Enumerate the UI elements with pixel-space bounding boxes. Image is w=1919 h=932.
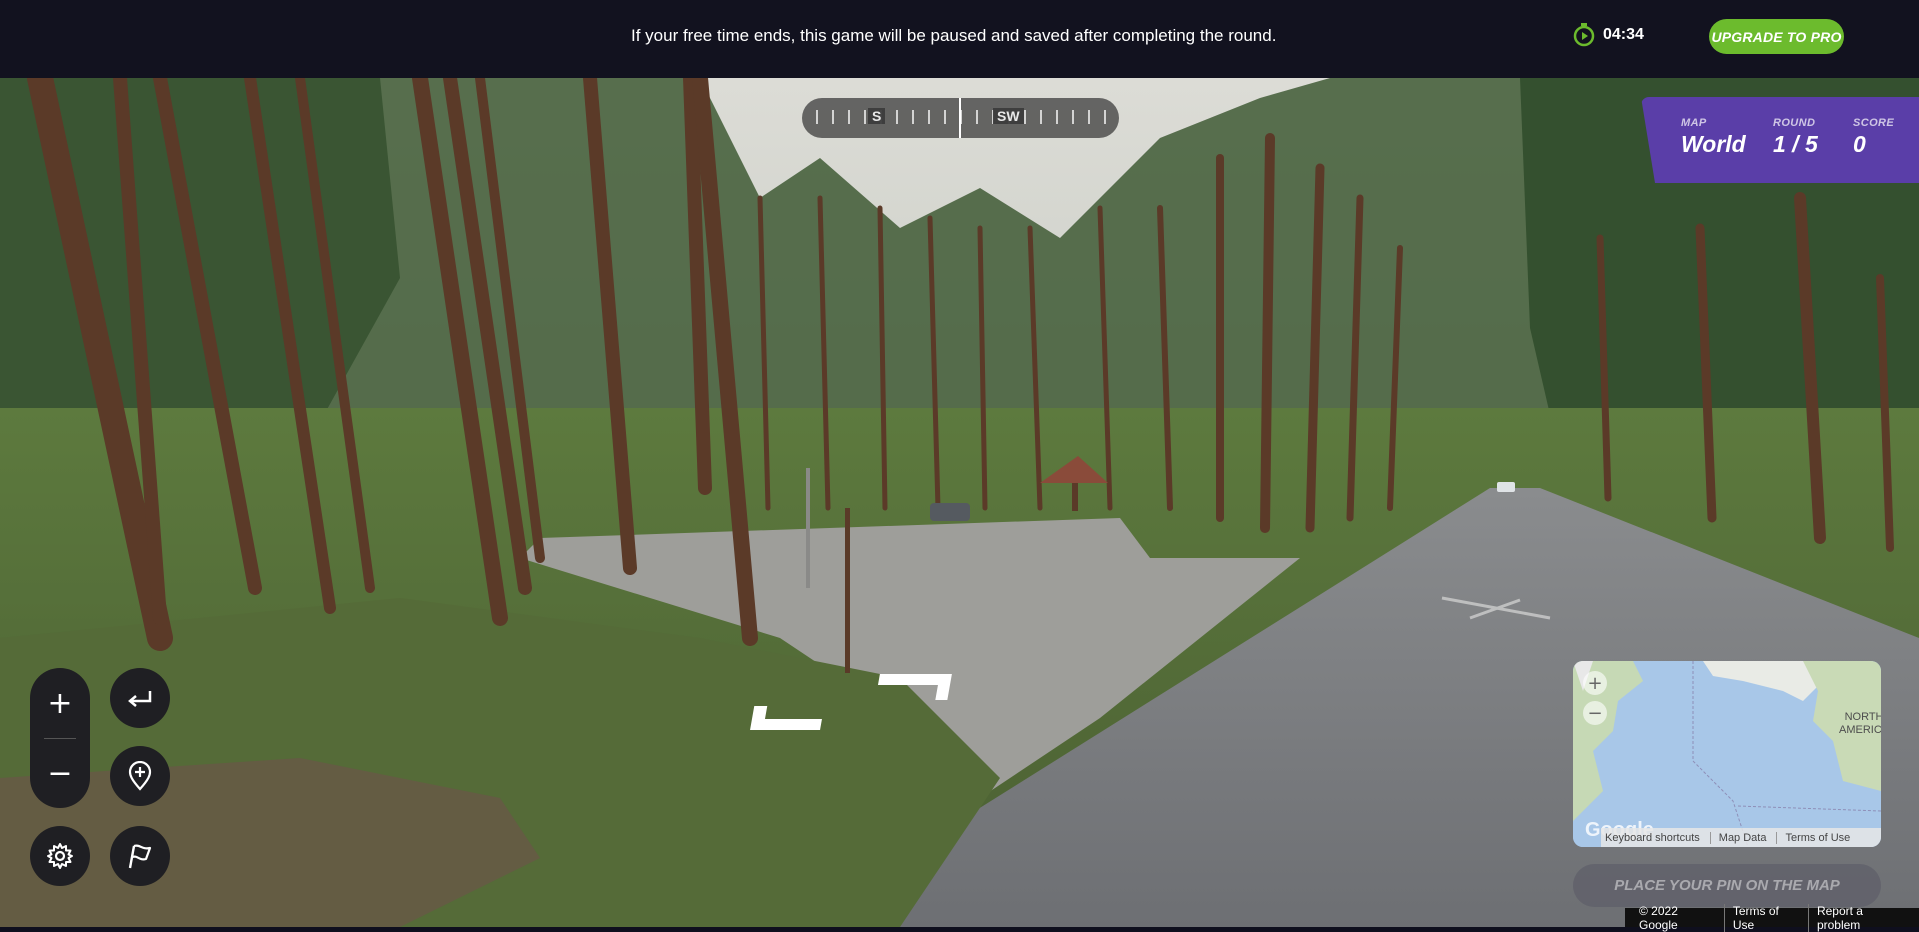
zoom-out-button[interactable]: − [30,738,90,808]
status-map-label: MAP [1681,117,1707,129]
status-score-label: SCORE [1853,117,1895,129]
status-map-value: World [1681,131,1746,157]
flag-icon [128,844,152,869]
compass-center-marker [959,98,961,138]
minimap-zoom-out-button[interactable]: − [1583,701,1607,725]
compass-direction-s: S [868,108,886,124]
make-guess-flag-button[interactable] [110,826,170,886]
status-round-label: ROUND [1773,117,1816,129]
zoom-control: + − [30,668,90,808]
banner-message: If your free time ends, this game will b… [631,26,1277,45]
minimap-attribution: Keyboard shortcuts Map Data Terms of Use [1601,828,1881,847]
compass-ticks [816,110,1106,126]
free-time-banner: If your free time ends, this game will b… [0,0,1919,78]
compass-direction-sw: SW [993,108,1024,124]
game-status-panel: MAP World ROUND 1 / 5 SCORE 0 [1641,97,1919,183]
terms-of-use-link[interactable]: Terms of Use [1723,903,1808,932]
undo-arrow-icon [128,691,152,707]
report-problem-link[interactable]: Report a problem [1807,903,1913,932]
map-data-link[interactable]: Map Data [1709,831,1766,844]
status-score-value: 0 [1853,131,1866,157]
region-label-line1: NORTH [1844,711,1881,723]
keyboard-shortcuts-link[interactable]: Keyboard shortcuts [1605,832,1700,844]
settings-button[interactable] [30,826,90,886]
minimap-terms-link[interactable]: Terms of Use [1776,831,1850,844]
return-to-start-pin-icon [128,761,152,791]
timer: 04:34 [1573,23,1644,47]
region-label-line2: AMERICA [1839,724,1881,736]
undo-move-button[interactable] [110,668,170,728]
compass: S SW [802,98,1119,138]
guess-minimap[interactable]: + − NORTH AMERICA Google Keyboard shortc… [1573,661,1881,847]
status-round-value: 1 / 5 [1773,131,1818,157]
status-score: SCORE 0 [1853,117,1894,158]
return-to-start-button[interactable] [110,746,170,806]
settings-gear-icon [47,843,73,869]
google-footer: © 2022 Google Terms of Use Report a prob… [1625,903,1919,932]
status-map: MAP World [1681,117,1746,158]
status-round: ROUND 1 / 5 [1773,117,1818,158]
upgrade-to-pro-button[interactable]: UPGRADE TO PRO [1709,19,1844,54]
timer-value: 04:34 [1603,26,1644,43]
minimap-zoom-in-button[interactable]: + [1583,671,1607,695]
timer-icon [1573,23,1595,47]
place-pin-button[interactable]: PLACE YOUR PIN ON THE MAP [1573,864,1881,907]
copyright-text: © 2022 Google [1639,903,1678,932]
minimap-region-label: NORTH AMERICA [1839,711,1881,737]
zoom-in-button[interactable]: + [30,668,90,738]
